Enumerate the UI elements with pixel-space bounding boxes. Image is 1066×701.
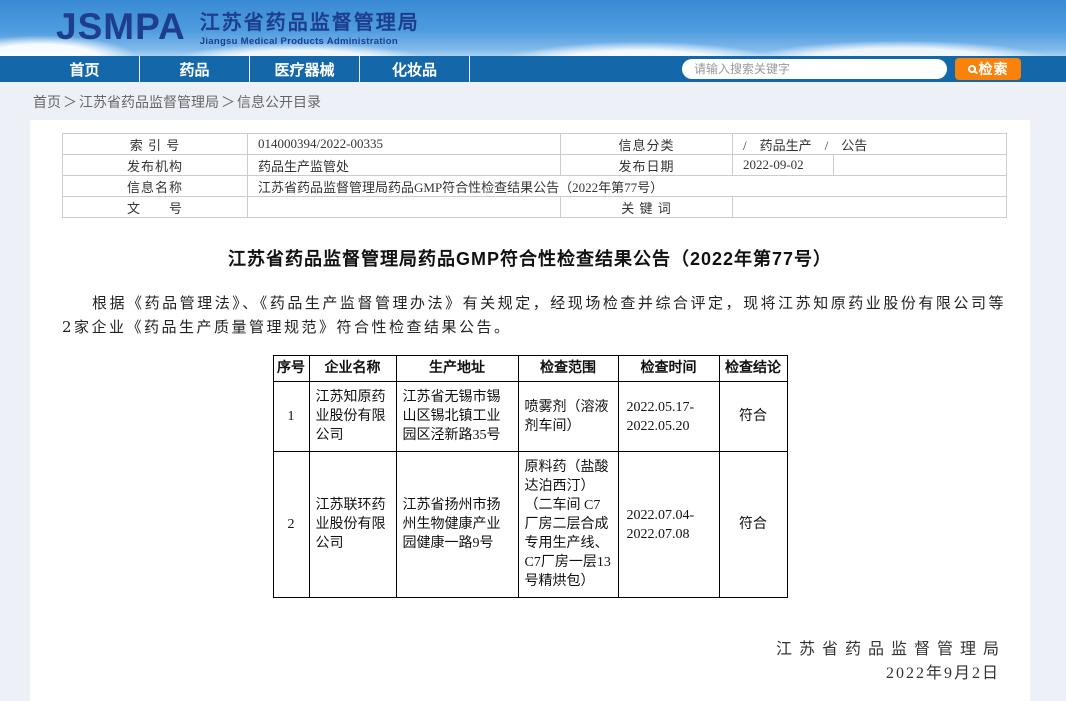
breadcrumb-link-2[interactable]: 信息公开目录 <box>237 94 321 110</box>
result-cell: 喷雾剂（溶液剂车间） <box>518 382 618 452</box>
page-title: 江苏省药品监督管理局药品GMP符合性检查结果公告（2022年第77号） <box>30 245 1030 271</box>
org-name-en: Jiangsu Medical Products Administration <box>200 36 420 47</box>
result-col-header-4: 检查时间 <box>618 356 719 382</box>
result-cell: 2 <box>273 452 309 598</box>
result-cell: 2022.07.04-2022.07.08 <box>618 452 719 598</box>
meta-value-keyword <box>733 197 1007 218</box>
search-input[interactable] <box>682 59 947 79</box>
table-row-2: 2江苏联环药业股份有限公司江苏省扬州市扬州生物健康产业园健康一路9号原料药（盐酸… <box>273 452 787 598</box>
org-title-block: 江苏省药品监督管理局 Jiangsu Medical Products Admi… <box>200 12 420 47</box>
result-cell: 江苏联环药业股份有限公司 <box>309 452 396 598</box>
breadcrumb-separator: ＞ <box>221 94 235 110</box>
result-col-header-2: 生产地址 <box>396 356 518 382</box>
logo-acronym: JSMPA <box>56 5 186 49</box>
meta-row-agency: 发布机构 药品生产监管处 发布日期 2022-09-02 <box>63 155 1007 176</box>
announcement-paragraph: 根据《药品管理法》、《药品生产监督管理办法》有关规定，经现场检查并综合评定，现将… <box>62 291 1006 339</box>
meta-label-agency: 发布机构 <box>63 155 248 176</box>
meta-cell-empty <box>834 155 1007 176</box>
meta-label-keyword: 关 键 词 <box>561 197 733 218</box>
result-cell: 江苏省扬州市扬州生物健康产业园健康一路9号 <box>396 452 518 598</box>
meta-row-index: 索 引 号 014000394/2022-00335 信息分类 / 药品生产 /… <box>63 134 1007 155</box>
result-cell: 1 <box>273 382 309 452</box>
result-cell: 符合 <box>719 452 787 598</box>
main-nav: 首页药品医疗器械化妆品 检索 <box>0 56 1066 82</box>
content-panel: 索 引 号 014000394/2022-00335 信息分类 / 药品生产 /… <box>30 120 1030 701</box>
result-col-header-0: 序号 <box>273 356 309 382</box>
meta-row-docno: 文 号 关 键 词 <box>63 197 1007 218</box>
nav-item-1[interactable]: 药品 <box>140 56 250 82</box>
breadcrumb-link-0[interactable]: 首页 <box>33 94 61 110</box>
signature-date: 2022年9月2日 <box>30 662 1006 686</box>
nav-items: 首页药品医疗器械化妆品 <box>30 56 470 82</box>
nav-item-2[interactable]: 医疗器械 <box>250 56 360 82</box>
meta-value-name: 江苏省药品监督管理局药品GMP符合性检查结果公告（2022年第77号） <box>248 176 1007 197</box>
result-header-row: 序号企业名称生产地址检查范围检查时间检查结论 <box>273 356 787 382</box>
breadcrumb: 首页＞江苏省药品监督管理局＞信息公开目录 <box>33 92 321 112</box>
jsmpa-logo[interactable]: JSMPA 江苏省药品监督管理局 Jiangsu Medical Product… <box>56 5 420 49</box>
meta-row-name: 信息名称 江苏省药品监督管理局药品GMP符合性检查结果公告（2022年第77号） <box>63 176 1007 197</box>
result-col-header-3: 检查范围 <box>518 356 618 382</box>
breadcrumb-separator: ＞ <box>63 94 77 110</box>
breadcrumb-link-1[interactable]: 江苏省药品监督管理局 <box>79 94 219 110</box>
search-button-label: 检索 <box>979 59 1009 79</box>
search-area: 检索 <box>682 58 1021 80</box>
result-cell: 2022.05.17-2022.05.20 <box>618 382 719 452</box>
inspection-result-table: 序号企业名称生产地址检查范围检查时间检查结论 1江苏知原药业股份有限公司江苏省无… <box>273 355 788 598</box>
result-cell: 原料药（盐酸达泊西汀）（二车间 C7厂房二层合成专用生产线、C7厂房一层13号精… <box>518 452 618 598</box>
nav-item-0[interactable]: 首页 <box>30 56 140 82</box>
search-icon <box>968 65 976 73</box>
meta-value-category: / 药品生产 / 公告 <box>733 134 1007 155</box>
result-col-header-5: 检查结论 <box>719 356 787 382</box>
meta-label-date: 发布日期 <box>561 155 733 176</box>
meta-value-date: 2022-09-02 <box>733 155 834 176</box>
table-row-1: 1江苏知原药业股份有限公司江苏省无锡市锡山区锡北镇工业园区泾新路35号喷雾剂（溶… <box>273 382 787 452</box>
meta-info-table: 索 引 号 014000394/2022-00335 信息分类 / 药品生产 /… <box>62 133 1007 218</box>
result-col-header-1: 企业名称 <box>309 356 396 382</box>
signature-org: 江苏省药品监督管理局 <box>30 638 1006 662</box>
meta-value-docno <box>248 197 561 218</box>
meta-value-agency: 药品生产监管处 <box>248 155 561 176</box>
meta-label-index: 索 引 号 <box>63 134 248 155</box>
signature-block: 江苏省药品监督管理局 2022年9月2日 <box>30 638 1006 686</box>
result-cell: 江苏省无锡市锡山区锡北镇工业园区泾新路35号 <box>396 382 518 452</box>
result-cell: 符合 <box>719 382 787 452</box>
meta-label-name: 信息名称 <box>63 176 248 197</box>
meta-label-docno: 文 号 <box>63 197 248 218</box>
result-cell: 江苏知原药业股份有限公司 <box>309 382 396 452</box>
search-button[interactable]: 检索 <box>955 58 1021 80</box>
org-name-cn: 江苏省药品监督管理局 <box>200 12 420 34</box>
meta-value-index: 014000394/2022-00335 <box>248 134 561 155</box>
meta-label-category: 信息分类 <box>561 134 733 155</box>
nav-item-3[interactable]: 化妆品 <box>360 56 470 82</box>
sky-banner: JSMPA 江苏省药品监督管理局 Jiangsu Medical Product… <box>0 0 1066 56</box>
